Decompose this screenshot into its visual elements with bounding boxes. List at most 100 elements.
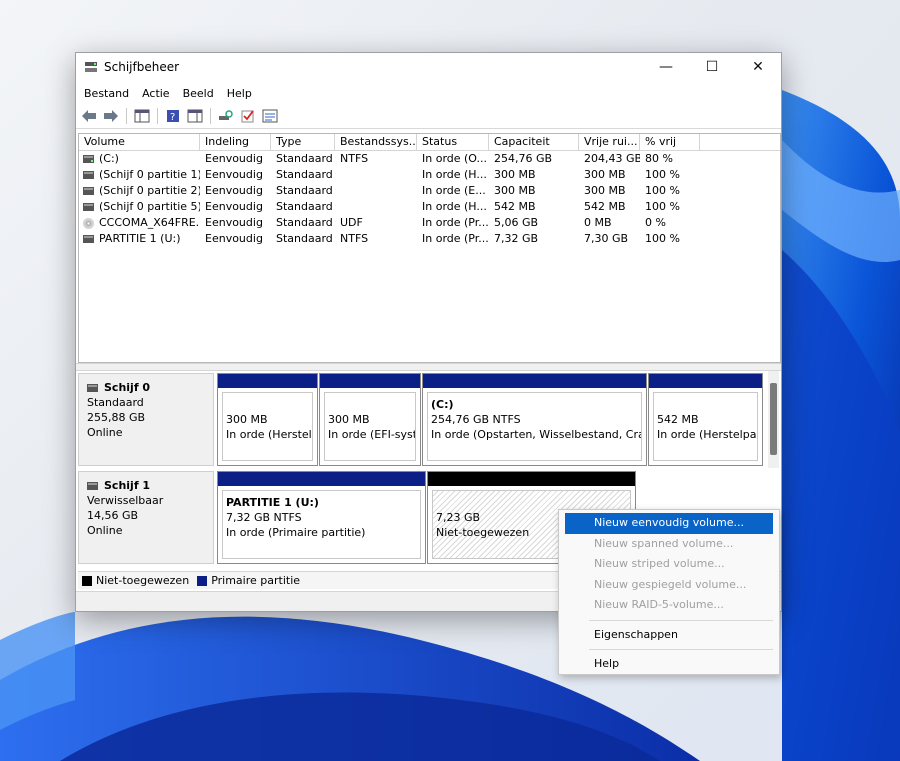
disk-name: Schijf 1 [104, 479, 151, 492]
column-indeling[interactable]: Indeling [200, 134, 271, 151]
cell-filesystem: UDF [340, 216, 363, 229]
cell-status: In orde (Pr... [422, 232, 489, 245]
partition-block[interactable]: (C:) 254,76 GB NTFS In orde (Opstarten, … [422, 373, 647, 466]
cell-free: 7,30 GB [584, 232, 629, 245]
menu-new-simple-volume[interactable]: Nieuw eenvoudig volume... [565, 513, 773, 534]
partition-status: In orde (Opstarten, Wisselbestand, Crash… [431, 428, 641, 441]
partition-status: In orde (Primaire partitie) [226, 526, 366, 539]
forward-icon[interactable] [102, 107, 120, 125]
column-capaciteit[interactable]: Capaciteit [489, 134, 579, 151]
svg-text:?: ? [170, 112, 175, 123]
menu-bestand[interactable]: Bestand [84, 87, 129, 100]
cell-capacity: 542 MB [494, 200, 536, 213]
cell-filesystem [335, 199, 417, 215]
rescan-icon[interactable] [217, 107, 235, 125]
check-icon[interactable] [239, 107, 257, 125]
pane-splitter[interactable] [76, 363, 781, 371]
disk-name-row: Schijf 1 [87, 478, 213, 493]
volume-name: PARTITIE 1 (U:) [99, 232, 181, 245]
menu-new-striped-volume: Nieuw striped volume... [594, 557, 725, 570]
partition-title: (C:) [431, 398, 454, 411]
cell-indeling: Eenvoudig [205, 152, 263, 165]
volume-cell: (Schijf 0 partitie 1) [79, 167, 200, 183]
volume-name: (C:) [99, 152, 119, 165]
volume-cell: (Schijf 0 partitie 2) [79, 183, 200, 199]
table-row[interactable]: (Schijf 0 partitie 5) Eenvoudig Standaar… [79, 199, 780, 215]
partition-title [436, 495, 630, 510]
partition-block[interactable]: 542 MB In orde (Herstelpart [648, 373, 763, 466]
cell-capacity: 300 MB [494, 184, 536, 197]
column-bestandssysteem[interactable]: Bestandssys... [335, 134, 417, 151]
disk-management-app-icon [85, 62, 97, 72]
cell-percent-free: 100 % [645, 168, 680, 181]
maximize-button[interactable]: ☐ [689, 53, 735, 81]
partition-block[interactable]: 300 MB In orde (EFI-syste [319, 373, 421, 466]
legend-label: Niet-toegewezen [96, 574, 190, 587]
volume-list: Volume Indeling Type Bestandssys... Stat… [78, 133, 781, 363]
table-row[interactable]: (Schijf 0 partitie 1) Eenvoudig Standaar… [79, 167, 780, 183]
partition-block[interactable]: PARTITIE 1 (U:) 7,32 GB NTFS In orde (Pr… [217, 471, 426, 564]
partition-body: (C:) 254,76 GB NTFS In orde (Opstarten, … [427, 392, 642, 461]
cell-type: Standaard [276, 200, 333, 213]
cell-free: 0 MB [584, 216, 612, 229]
partition-title [657, 397, 757, 412]
partition-bar [649, 374, 762, 388]
disk-icon [87, 383, 98, 392]
disk-map-scrollbar[interactable] [768, 371, 779, 468]
toolbar-separator [157, 107, 158, 124]
menu-separator [589, 649, 773, 650]
context-menu: Nieuw eenvoudig volume... Nieuw spanned … [558, 509, 780, 675]
cell-indeling: Eenvoudig [205, 232, 263, 245]
cell-status: In orde (H... [422, 168, 487, 181]
table-row[interactable]: CCCOMA_X64FRE... Eenvoudig Standaard UDF… [79, 215, 780, 231]
menubar: Bestand Actie Beeld Help [76, 83, 781, 103]
cell-percent-free: 100 % [645, 184, 680, 197]
legend-swatch [82, 575, 92, 586]
volume-list-header: Volume Indeling Type Bestandssys... Stat… [79, 134, 780, 151]
menu-help[interactable]: Help [227, 87, 252, 100]
close-button[interactable]: ✕ [735, 53, 781, 81]
disk-type: Standaard [87, 396, 144, 409]
menu-properties[interactable]: Eigenschappen [559, 625, 779, 646]
partition-bar [428, 472, 635, 486]
partition-body: 300 MB In orde (Herstelpa [222, 392, 313, 461]
removable-disk-icon [87, 481, 98, 490]
partition-title: PARTITIE 1 (U:) [226, 496, 319, 509]
cell-type: Standaard [276, 152, 333, 165]
console-tree-icon[interactable] [133, 107, 151, 125]
cell-indeling: Eenvoudig [205, 200, 263, 213]
column-status[interactable]: Status [417, 134, 489, 151]
menu-beeld[interactable]: Beeld [183, 87, 214, 100]
help-icon[interactable]: ? [164, 107, 182, 125]
table-row[interactable]: PARTITIE 1 (U:) Eenvoudig Standaard NTFS… [79, 231, 780, 247]
column-volume[interactable]: Volume [79, 134, 200, 151]
toolbar: ? [76, 103, 781, 129]
disk-size: 14,56 GB [87, 509, 139, 522]
column-vrije-ruimte[interactable]: Vrije rui... [579, 134, 640, 151]
volume-name: (Schijf 0 partitie 1) [99, 168, 200, 181]
minimize-button[interactable]: — [643, 53, 689, 81]
table-row[interactable]: (Schijf 0 partitie 2) Eenvoudig Standaar… [79, 183, 780, 199]
menu-separator [589, 619, 773, 621]
disk-label-1[interactable]: Schijf 1 Verwisselbaar 14,56 GB Online [78, 471, 214, 564]
drive-icon [83, 187, 94, 195]
partition-bar [320, 374, 420, 388]
cell-free: 204,43 GB [584, 152, 640, 165]
partition-size: 542 MB [657, 413, 699, 426]
volume-name: CCCOMA_X64FRE... [99, 216, 200, 229]
column-percent-vrij[interactable]: % vrij [640, 134, 700, 151]
menu-help-item[interactable]: Help [559, 654, 779, 675]
table-row[interactable]: (C:) Eenvoudig Standaard NTFS In orde (O… [79, 151, 780, 167]
cell-filesystem: NTFS [340, 232, 369, 245]
show-hide-icon[interactable] [186, 107, 204, 125]
cell-free: 542 MB [584, 200, 626, 213]
properties-icon[interactable] [261, 107, 279, 125]
back-icon[interactable] [80, 107, 98, 125]
partition-block[interactable]: 300 MB In orde (Herstelpa [217, 373, 318, 466]
column-type[interactable]: Type [271, 134, 335, 151]
disk-label-0[interactable]: Schijf 0 Standaard 255,88 GB Online [78, 373, 214, 466]
scrollbar-thumb[interactable] [770, 383, 777, 455]
cell-status: In orde (H... [422, 200, 487, 213]
menu-actie[interactable]: Actie [142, 87, 170, 100]
volume-cell: CCCOMA_X64FRE... [79, 215, 200, 231]
